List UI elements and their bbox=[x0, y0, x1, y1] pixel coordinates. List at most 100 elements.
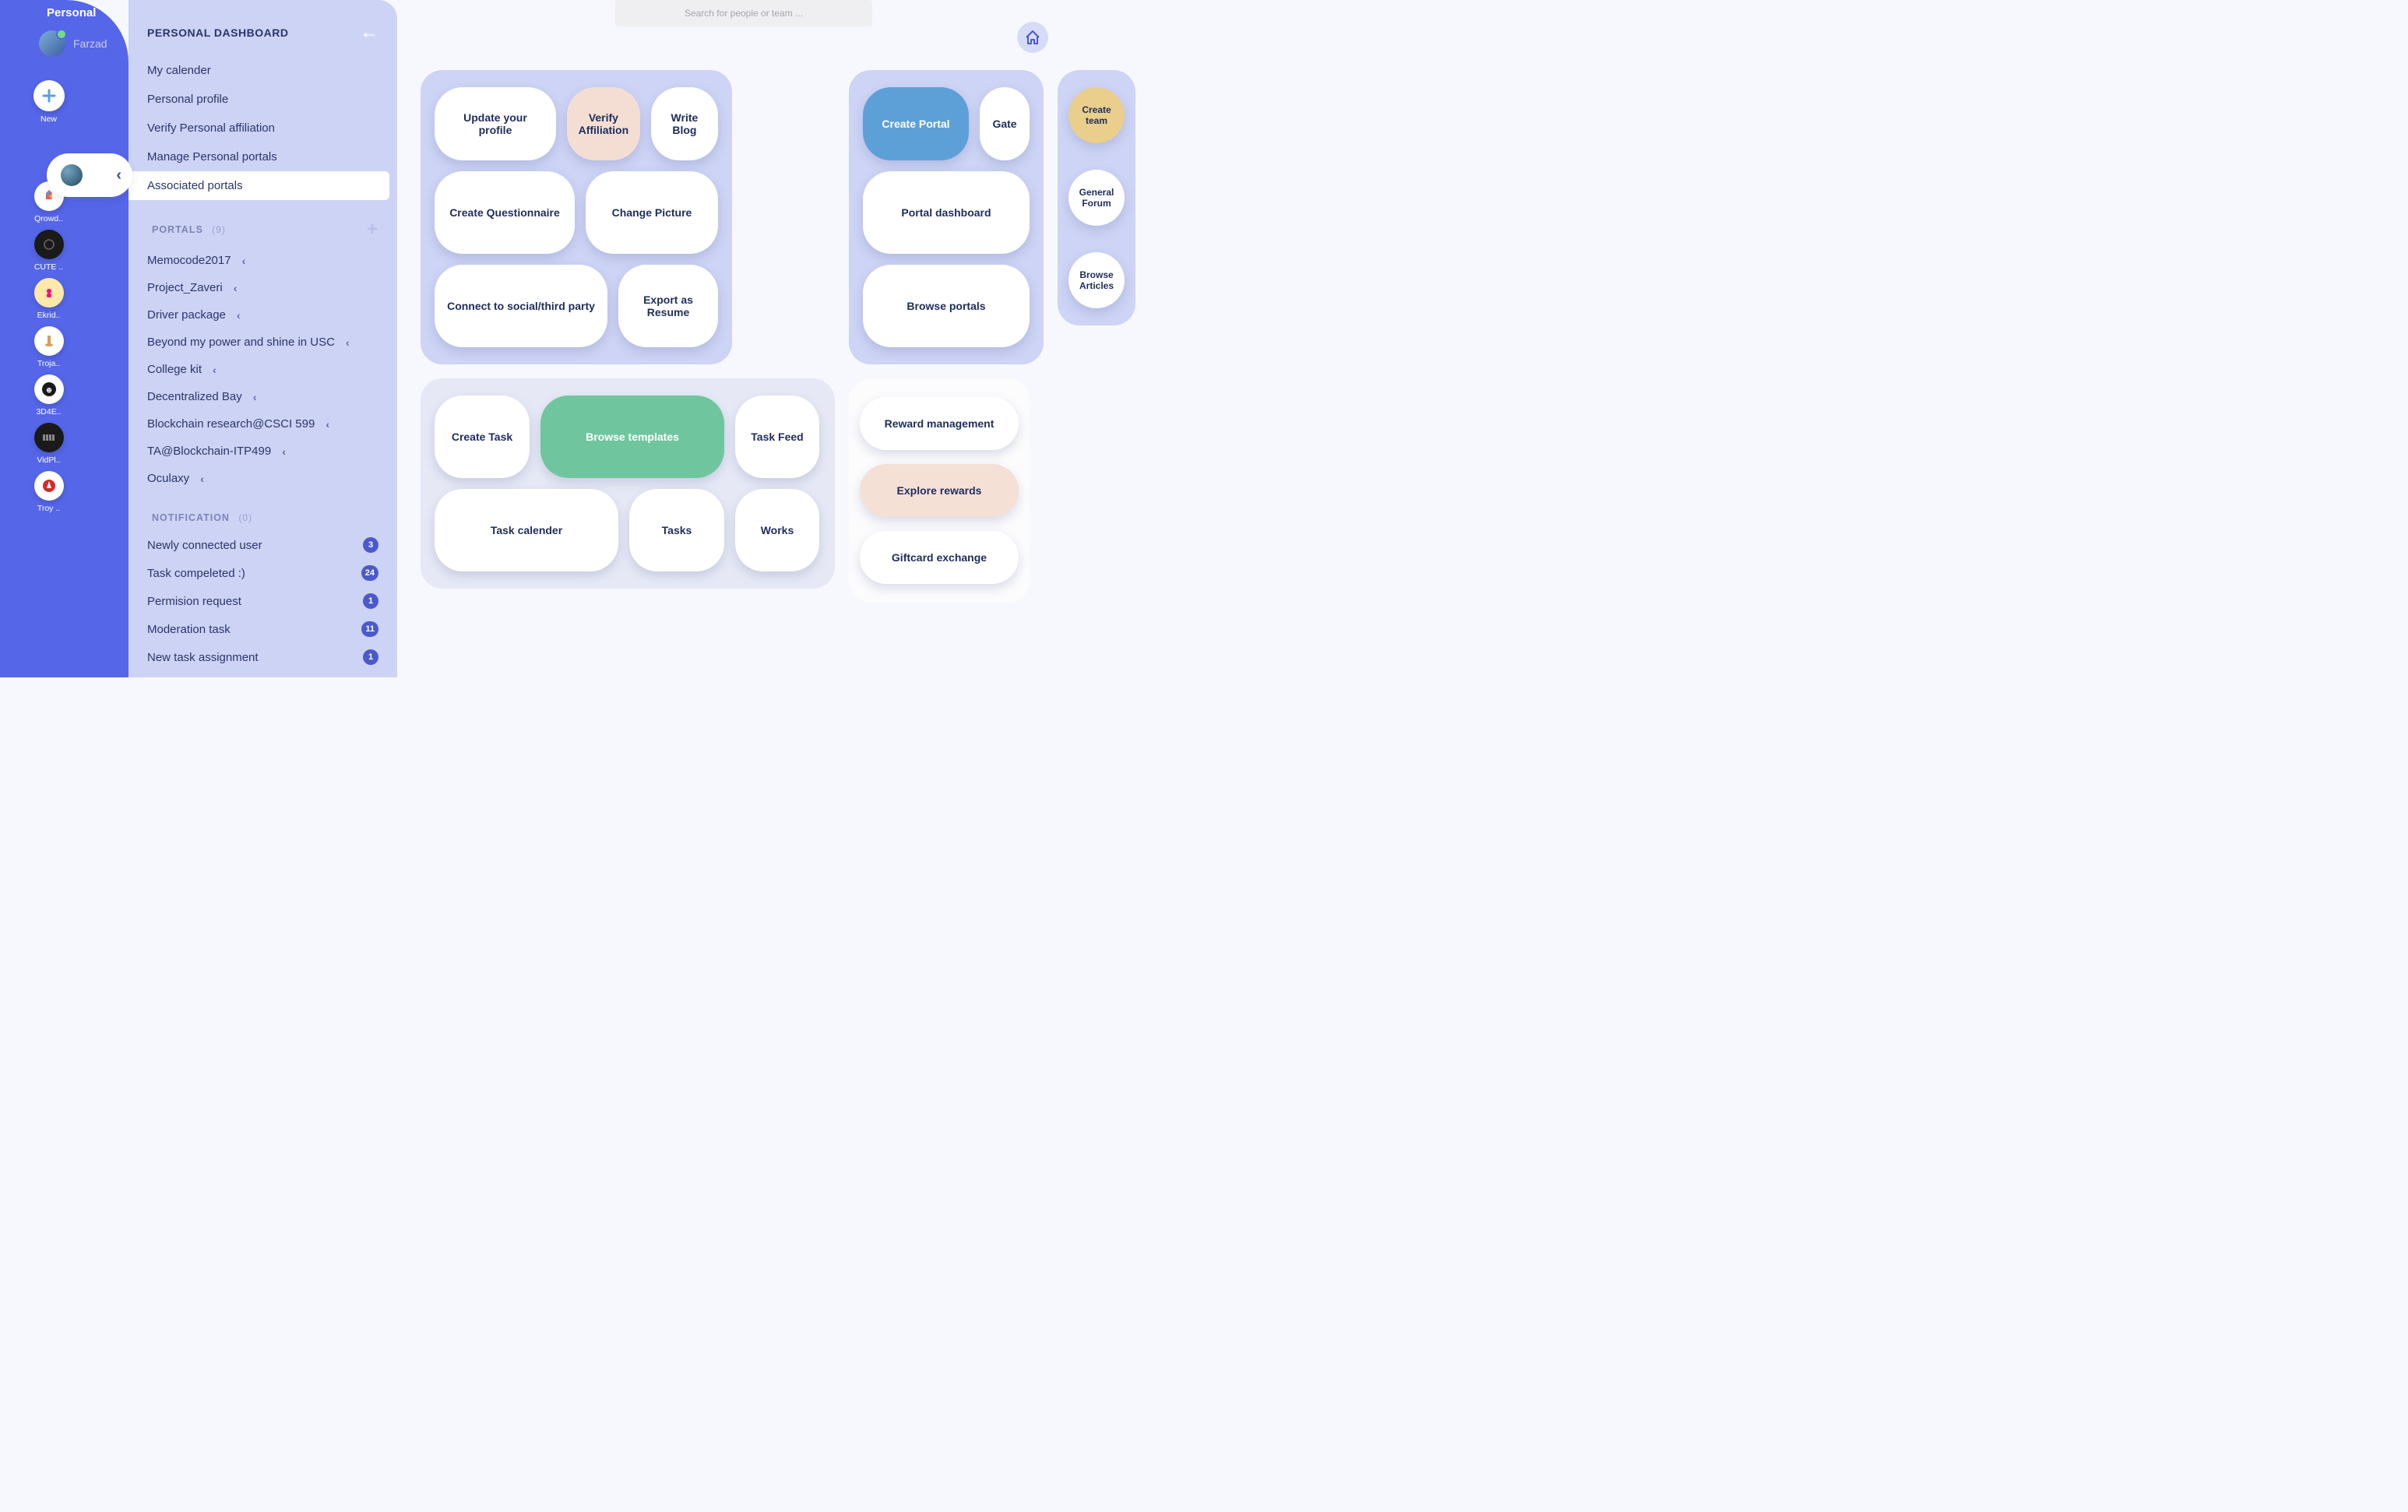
chevron-left-icon: ‹ bbox=[237, 309, 241, 322]
tile-change-picture[interactable]: Change Picture bbox=[586, 171, 718, 254]
tile-browse-templates[interactable]: Browse templates bbox=[540, 396, 724, 478]
notification-item[interactable]: Moderation task11 bbox=[128, 615, 397, 643]
group-portals: Create Portal Gate Portal dashboard Brow… bbox=[849, 70, 1044, 364]
portal-item[interactable]: Decentralized Bay‹ bbox=[128, 383, 397, 410]
main-area: Search for people or team ... Update you… bbox=[405, 0, 1083, 677]
plus-icon bbox=[33, 80, 65, 111]
rail-app-3[interactable]: Troja.. bbox=[18, 326, 80, 368]
tile-gate[interactable]: Gate bbox=[980, 87, 1030, 160]
rail-active-indicator[interactable]: ‹ bbox=[47, 153, 132, 197]
portals-count: (9) bbox=[212, 224, 226, 235]
portal-item[interactable]: Memocode2017‹ bbox=[128, 247, 397, 274]
app-icon bbox=[34, 326, 64, 356]
notification-item[interactable]: Task compeleted :)24 bbox=[128, 559, 397, 587]
rail-app-5[interactable]: VidPl.. bbox=[18, 423, 80, 465]
app-label: Qrowd.. bbox=[18, 214, 80, 223]
notification-item[interactable]: Permision request1 bbox=[128, 587, 397, 615]
rail-items: New Qrowd.. CUTE .. Ekrid.. Troja.. ⊕ 3D… bbox=[0, 80, 128, 513]
notification-badge: 1 bbox=[363, 593, 378, 609]
tile-update-profile[interactable]: Update your profile bbox=[435, 87, 556, 160]
group-circles: Create team General Forum Browse Article… bbox=[1058, 70, 1135, 325]
search-placeholder: Search for people or team ... bbox=[685, 8, 803, 19]
panel-link[interactable]: Verify Personal affiliation bbox=[128, 114, 397, 142]
rail-app-6[interactable]: Troy .. bbox=[18, 471, 80, 513]
app-icon bbox=[34, 471, 64, 501]
rail-app-4[interactable]: ⊕ 3D4E.. bbox=[18, 374, 80, 417]
app-label: CUTE .. bbox=[18, 262, 80, 272]
tile-portal-dashboard[interactable]: Portal dashboard bbox=[863, 171, 1030, 254]
tile-general-forum[interactable]: General Forum bbox=[1068, 170, 1125, 226]
avatar bbox=[39, 30, 65, 57]
rail-new-label: New bbox=[18, 114, 80, 124]
app-label: VidPl.. bbox=[18, 455, 80, 465]
notification-item[interactable]: New transaction3 bbox=[128, 671, 397, 677]
portal-item[interactable]: Driver package‹ bbox=[128, 301, 397, 329]
notification-item[interactable]: New task assignment1 bbox=[128, 643, 397, 671]
tile-export-resume[interactable]: Export as Resume bbox=[618, 265, 718, 347]
notification-badge: 11 bbox=[361, 621, 378, 637]
notif-section-header: NOTIFICATION (0) bbox=[128, 492, 397, 531]
secondary-panel: PERSONAL DASHBOARD ← My calenderPersonal… bbox=[128, 0, 397, 677]
app-icon: ⊕ bbox=[34, 374, 64, 404]
app-icon bbox=[34, 423, 64, 452]
app-label: Troy .. bbox=[18, 504, 80, 513]
tile-works[interactable]: Works bbox=[735, 489, 819, 571]
home-button[interactable] bbox=[1017, 22, 1048, 53]
tile-create-team[interactable]: Create team bbox=[1068, 87, 1125, 143]
tile-create-portal[interactable]: Create Portal bbox=[863, 87, 969, 160]
app-icon bbox=[34, 278, 64, 308]
portal-item[interactable]: TA@Blockchain-ITP499‹ bbox=[128, 438, 397, 465]
add-portal-icon[interactable]: + bbox=[367, 219, 378, 241]
notification-badge: 24 bbox=[361, 565, 378, 581]
chevron-left-icon: ‹ bbox=[242, 255, 246, 267]
tile-board: Update your profile Verify Affiliation W… bbox=[421, 70, 1067, 603]
portal-item[interactable]: Blockchain research@CSCI 599‹ bbox=[128, 410, 397, 438]
chevron-left-icon: ‹ bbox=[234, 282, 238, 294]
tile-explore-rewards[interactable]: Explore rewards bbox=[860, 464, 1019, 517]
home-icon bbox=[1024, 29, 1041, 46]
notification-item[interactable]: Newly connected user3 bbox=[128, 531, 397, 559]
rail-app-2[interactable]: Ekrid.. bbox=[18, 278, 80, 320]
tile-tasks[interactable]: Tasks bbox=[629, 489, 724, 571]
search-input[interactable]: Search for people or team ... bbox=[615, 0, 872, 26]
panel-link[interactable]: Associated portals bbox=[128, 171, 389, 200]
chevron-left-icon: ‹ bbox=[116, 167, 121, 185]
panel-link[interactable]: Manage Personal portals bbox=[128, 142, 397, 171]
active-app-icon bbox=[61, 164, 83, 186]
notification-badge: 1 bbox=[363, 649, 378, 665]
group-rewards: Reward management Explore rewards Giftca… bbox=[849, 378, 1030, 603]
tile-task-feed[interactable]: Task Feed bbox=[735, 396, 819, 478]
tile-verify-affiliation[interactable]: Verify Affiliation bbox=[567, 87, 640, 160]
tile-connect-social[interactable]: Connect to social/third party bbox=[435, 265, 607, 347]
tile-write-blog[interactable]: Write Blog bbox=[651, 87, 718, 160]
notification-badge: 3 bbox=[363, 537, 378, 553]
portal-item[interactable]: Beyond my power and shine in USC‹ bbox=[128, 329, 397, 356]
notif-count: (0) bbox=[238, 512, 252, 523]
group-tasks: Create Task Browse templates Task Feed T… bbox=[421, 378, 835, 589]
svg-text:⊕: ⊕ bbox=[46, 386, 52, 394]
app-label: Ekrid.. bbox=[18, 311, 80, 320]
tile-browse-articles[interactable]: Browse Articles bbox=[1068, 252, 1125, 308]
left-rail: Personal Farzad New Qrowd.. CUTE .. Ekri… bbox=[0, 0, 128, 677]
rail-user[interactable]: Farzad bbox=[39, 30, 128, 57]
panel-link[interactable]: My calender bbox=[128, 56, 397, 85]
tile-create-task[interactable]: Create Task bbox=[435, 396, 530, 478]
tile-browse-portals[interactable]: Browse portals bbox=[863, 265, 1030, 347]
tile-create-questionnaire[interactable]: Create Questionnaire bbox=[435, 171, 575, 254]
back-arrow-icon[interactable]: ← bbox=[360, 22, 378, 44]
portal-item[interactable]: Project_Zaveri‹ bbox=[128, 274, 397, 301]
chevron-left-icon: ‹ bbox=[282, 445, 286, 458]
tile-task-calender[interactable]: Task calender bbox=[435, 489, 618, 571]
tile-reward-management[interactable]: Reward management bbox=[860, 397, 1019, 450]
app-label: Troja.. bbox=[18, 359, 80, 368]
rail-new[interactable]: New bbox=[18, 80, 80, 124]
tile-giftcard-exchange[interactable]: Giftcard exchange bbox=[860, 531, 1019, 584]
chevron-left-icon: ‹ bbox=[200, 473, 204, 485]
portal-item[interactable]: College kit‹ bbox=[128, 356, 397, 383]
rail-app-1[interactable]: CUTE .. bbox=[18, 230, 80, 272]
panel-heading: PERSONAL DASHBOARD bbox=[147, 26, 288, 39]
chevron-left-icon: ‹ bbox=[213, 364, 217, 376]
portal-item[interactable]: Oculaxy‹ bbox=[128, 465, 397, 492]
panel-link[interactable]: Personal profile bbox=[128, 85, 397, 114]
portals-section-header: PORTALS (9) + bbox=[128, 200, 397, 247]
